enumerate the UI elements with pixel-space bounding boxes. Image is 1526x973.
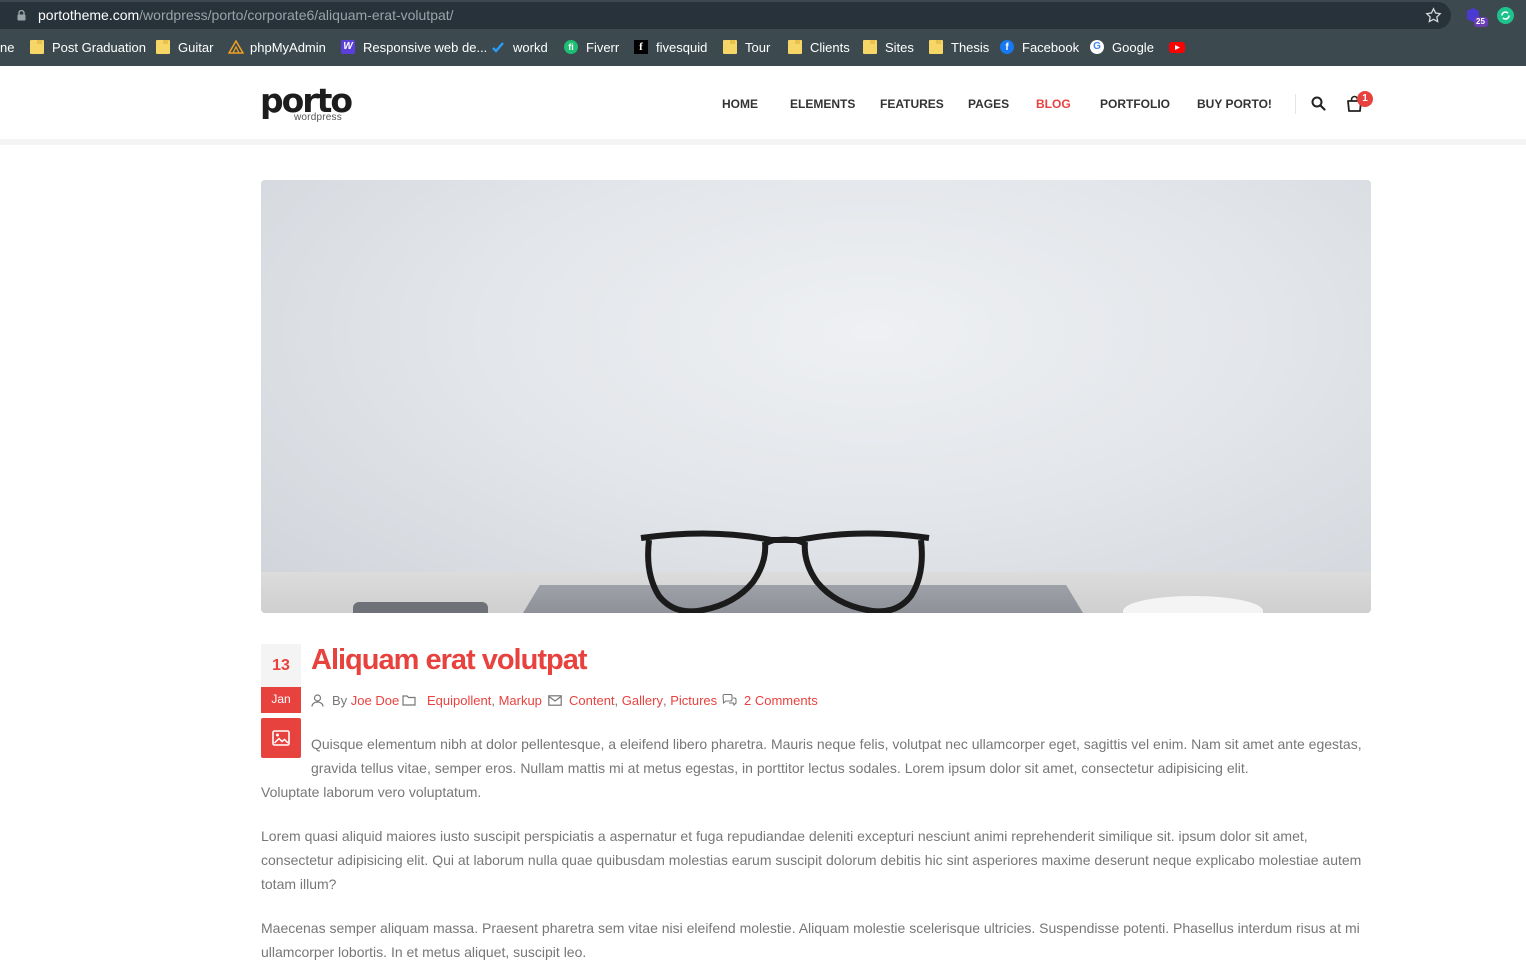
bookmark-tour[interactable]: Tour — [723, 36, 770, 58]
fivesquid-icon: f — [634, 40, 648, 54]
w-icon: W — [341, 40, 355, 54]
comments-link[interactable]: 2 Comments — [744, 693, 818, 708]
bookmark-facebook[interactable]: f Facebook — [1000, 36, 1079, 58]
address-bar[interactable]: portotheme.com/wordpress/porto/corporate… — [0, 2, 1451, 29]
lock-icon — [17, 10, 26, 21]
author-link[interactable]: Joe Doe — [351, 693, 399, 708]
site-header — [0, 66, 1526, 139]
sync-extension-icon[interactable] — [1497, 7, 1514, 24]
bookmark-fiverr[interactable]: fi Fiverr — [564, 36, 619, 58]
post-paragraph-1-end: Voluptate laborum vero voluptatum. — [261, 784, 482, 800]
bookmark-responsive-web[interactable]: W Responsive web de... — [341, 36, 487, 58]
folder-icon — [863, 40, 877, 54]
comments-icon — [722, 694, 737, 706]
tag-link[interactable]: Gallery — [622, 693, 663, 708]
cart-count-badge: 1 — [1357, 91, 1373, 107]
featured-image — [261, 180, 1371, 613]
post-format-badge — [261, 718, 301, 758]
category-link[interactable]: Markup — [499, 693, 542, 708]
nav-buy-porto[interactable]: BUY PORTO! — [1197, 96, 1272, 112]
url-text[interactable]: portotheme.com/wordpress/porto/corporate… — [38, 7, 454, 23]
folder-icon — [156, 40, 170, 54]
extension-icon[interactable]: 25 — [1466, 6, 1488, 28]
user-icon — [311, 693, 324, 707]
site-logo[interactable]: porto wordpress — [260, 83, 353, 125]
meta-categories: Equipollent, Markup — [402, 692, 542, 708]
nav-blog[interactable]: BLOG — [1036, 96, 1071, 112]
post-date-day: 13 — [261, 644, 301, 687]
google-icon: G — [1090, 40, 1104, 54]
post-paragraph-1: Quisque elementum nibh at dolor pellente… — [311, 736, 1362, 776]
logo-subtext: wordpress — [294, 112, 342, 123]
meta-author: By Joe Doe — [311, 692, 399, 708]
bookmark-fivesquid[interactable]: f fivesquid — [634, 36, 707, 58]
folder-open-icon — [402, 695, 416, 706]
nav-features[interactable]: FEATURES — [880, 96, 944, 112]
post-date-month: Jan — [261, 687, 301, 713]
facebook-icon: f — [1000, 40, 1014, 54]
bookmark-phpmyadmin[interactable]: phpMyAdmin — [227, 36, 326, 58]
category-link[interactable]: Equipollent — [427, 693, 491, 708]
header-divider — [0, 139, 1526, 145]
bookmark-thesis[interactable]: Thesis — [929, 36, 989, 58]
bookmark-workd[interactable]: workd — [491, 36, 548, 58]
workd-icon — [491, 40, 505, 54]
phpmyadmin-icon — [227, 39, 245, 54]
youtube-icon — [1169, 40, 1185, 54]
bookmarks-bar: ne Post Graduation Guitar phpMyAdmin W R… — [0, 36, 1526, 58]
bookmark-google[interactable]: G Google — [1090, 36, 1154, 58]
folder-icon — [30, 40, 44, 54]
date-day-text: 13 — [272, 657, 290, 674]
fiverr-icon: fi — [564, 40, 578, 54]
phone-shape — [353, 602, 488, 613]
meta-tags: Content, Gallery, Pictures — [548, 692, 717, 708]
nav-divider — [1295, 94, 1296, 114]
search-icon[interactable] — [1311, 96, 1326, 111]
bookmark-post-graduation[interactable]: Post Graduation — [30, 36, 146, 58]
bookmark-guitar[interactable]: Guitar — [156, 36, 213, 58]
bookmark-sites[interactable]: Sites — [863, 36, 914, 58]
folder-icon — [929, 40, 943, 54]
glasses-illustration — [640, 530, 930, 613]
post-paragraph-2: Lorem quasi aliquid maiores iusto suscip… — [261, 828, 1362, 892]
tag-link[interactable]: Pictures — [670, 693, 717, 708]
tag-link[interactable]: Content — [569, 693, 615, 708]
bookmark-youtube[interactable] — [1169, 36, 1191, 58]
envelope-icon — [548, 694, 562, 706]
bookmark-star-icon[interactable] — [1425, 7, 1442, 24]
image-icon — [272, 730, 290, 746]
nav-home[interactable]: HOME — [722, 96, 758, 112]
nav-portfolio[interactable]: PORTFOLIO — [1100, 96, 1170, 112]
post-title[interactable]: Aliquam erat volutpat — [311, 644, 587, 677]
nav-elements[interactable]: ELEMENTS — [790, 96, 855, 112]
post-paragraph-3: Maecenas semper aliquam massa. Praesent … — [261, 920, 1360, 960]
meta-comments: 2 Comments — [722, 692, 818, 708]
bookmark-clients[interactable]: Clients — [788, 36, 850, 58]
browser-chrome: portotheme.com/wordpress/porto/corporate… — [0, 0, 1526, 66]
folder-icon — [788, 40, 802, 54]
extension-badge: 25 — [1476, 17, 1485, 26]
nav-pages[interactable]: PAGES — [968, 96, 1009, 112]
folder-icon — [723, 40, 737, 54]
bookmark-ne[interactable]: ne — [0, 36, 14, 58]
